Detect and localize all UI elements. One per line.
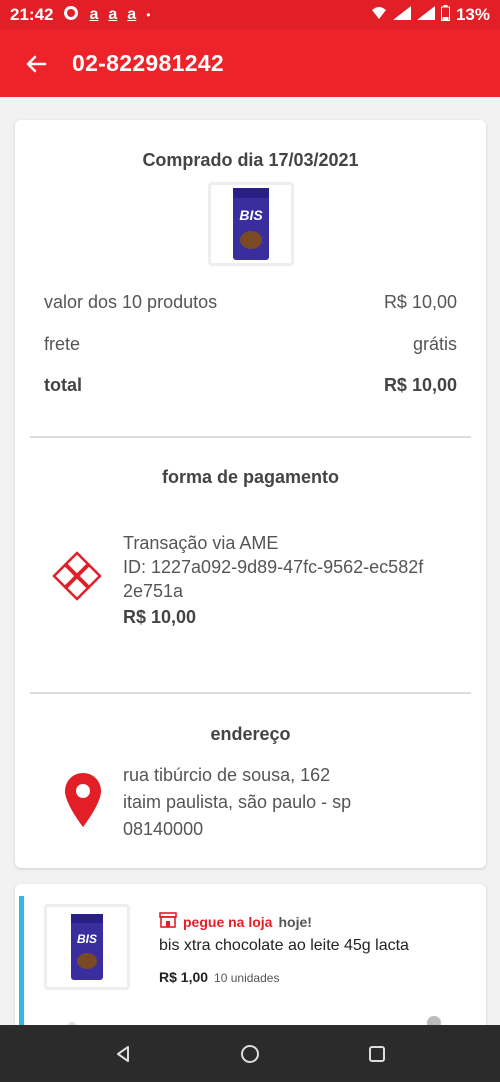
- summary-label: frete: [44, 334, 81, 354]
- payment-amount: R$ 10,00: [123, 607, 197, 627]
- notification-glyph: a: [89, 6, 99, 23]
- signal-icon: [392, 5, 411, 25]
- transaction-id-cont: 2e751a: [123, 581, 184, 601]
- arrow-left-icon: [26, 55, 47, 72]
- nav-recents-button[interactable]: [357, 1034, 397, 1074]
- payment-method: Transação via AME: [123, 533, 279, 553]
- store-icon: [159, 912, 177, 931]
- summary-value: R$ 10,00: [383, 292, 457, 312]
- nav-back-button[interactable]: [103, 1034, 143, 1074]
- wifi-icon: [371, 5, 387, 25]
- item-price-row: R$ 1,00 10 unidades: [159, 969, 279, 985]
- item-thumbnail[interactable]: BIS: [44, 904, 130, 990]
- address-section-title: endereço: [210, 724, 291, 744]
- signal-icon: [416, 5, 435, 25]
- nav-home-button[interactable]: [230, 1034, 270, 1074]
- system-nav-bar: [0, 1025, 500, 1082]
- summary-row-products: valor dos 10 produtos R$ 10,00: [44, 292, 457, 313]
- location-pin-icon: [65, 773, 101, 832]
- item-logo-text: BIS: [77, 932, 97, 946]
- pickup-when: hoje!: [278, 913, 312, 930]
- circle-home-icon: [240, 1044, 259, 1063]
- address-line: itaim paulista, são paulo - sp: [123, 792, 352, 812]
- status-bar: 21:42 a a a • 13%: [0, 0, 500, 30]
- battery-percent: 13%: [455, 5, 490, 24]
- order-item-card[interactable]: BIS pegue na loja hoje! bis xtra chocola…: [15, 884, 486, 1044]
- product-logo-text: BIS: [239, 207, 263, 223]
- divider: [30, 436, 471, 438]
- notification-glyph: a: [127, 6, 137, 23]
- summary-row-total: total R$ 10,00: [44, 375, 457, 396]
- summary-label: valor dos 10 produtos: [44, 292, 218, 312]
- notification-glyph: a: [108, 6, 118, 23]
- item-price: R$ 1,00: [159, 969, 209, 985]
- payment-details: Transação via AME ID: 1227a092-9d89-47fc…: [123, 531, 463, 629]
- page-title: 02-822981242: [72, 50, 224, 76]
- whatsapp-icon: [63, 5, 79, 26]
- pickup-label: pegue na loja: [183, 913, 273, 930]
- summary-value: grátis: [412, 334, 457, 354]
- item-name: bis xtra chocolate ao leite 45g lacta: [159, 937, 409, 954]
- summary-value: R$ 10,00: [383, 375, 457, 395]
- triangle-back-icon: [117, 1045, 130, 1062]
- status-accent-bar: [19, 896, 24, 1044]
- purchase-date: Comprado dia 17/03/2021: [142, 150, 359, 170]
- item-units: 10 unidades: [214, 971, 280, 985]
- battery-icon: [440, 4, 450, 26]
- product-thumbnail[interactable]: BIS: [208, 182, 294, 266]
- status-time: 21:42: [10, 5, 54, 24]
- app-bar: 02-822981242: [0, 30, 500, 97]
- payment-section-title: forma de pagamento: [161, 467, 340, 487]
- summary-label: total: [44, 375, 82, 395]
- square-recents-icon: [368, 1045, 385, 1062]
- address-zip: 08140000: [123, 819, 204, 839]
- summary-row-shipping: frete grátis: [44, 334, 457, 355]
- address-line: rua tibúrcio de sousa, 162: [123, 765, 331, 785]
- pickup-info: pegue na loja hoje!: [159, 912, 312, 931]
- notification-dot: •: [146, 8, 151, 22]
- divider: [30, 692, 471, 694]
- address-details: rua tibúrcio de sousa, 162 itaim paulist…: [123, 762, 453, 843]
- transaction-id: ID: 1227a092-9d89-47fc-9562-ec582f: [123, 557, 424, 577]
- order-summary-card: Comprado dia 17/03/2021 BIS valor dos 10…: [15, 120, 486, 868]
- back-button[interactable]: [0, 30, 72, 97]
- ame-logo-icon: [51, 550, 103, 607]
